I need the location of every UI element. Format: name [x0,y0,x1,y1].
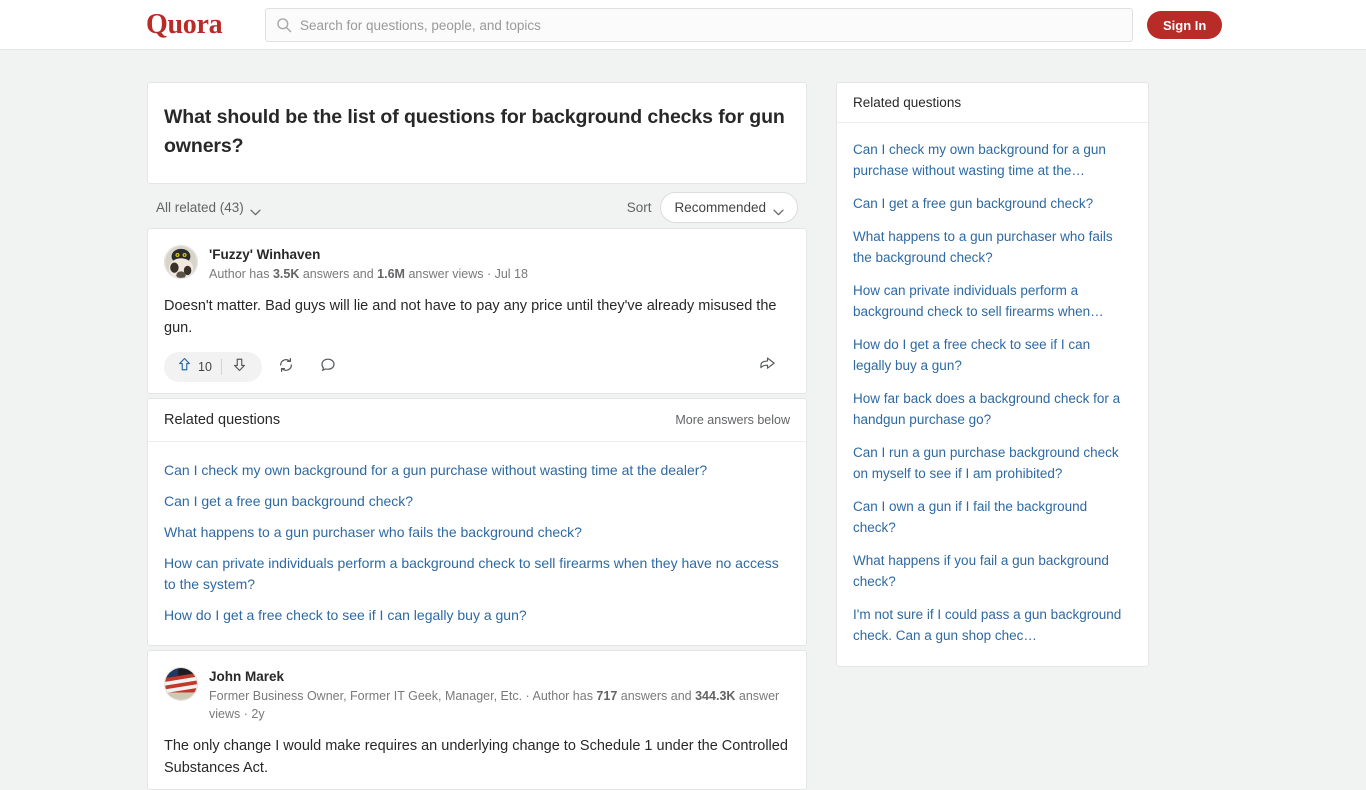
answer-body: The only change I would make requires an… [164,738,788,776]
author-credential: Author has 3.5K answers and 1.6M answer … [209,265,528,283]
answer-card: John Marek Former Business Owner, Former… [147,650,807,790]
credential-suffix: answer views · Jul 18 [404,267,528,281]
sort-label: Sort [626,199,652,215]
answer-card: 'Fuzzy' Winhaven Author has 3.5K answers… [147,228,807,394]
answer-author-row: John Marek Former Business Owner, Former… [164,667,790,723]
page-title: What should be the list of questions for… [164,106,785,157]
list-item[interactable]: What happens to a gun purchaser who fail… [164,517,790,548]
repost-icon [278,357,294,378]
vote-pill: 10 [164,352,262,382]
upvote-button[interactable]: 10 [168,352,221,382]
sidebar-item-2[interactable]: What happens to a gun purchaser who fail… [853,220,1132,274]
related-questions-list: Can I check my own background for a gun … [148,442,806,645]
answer-action-bar: 10 [164,351,790,383]
all-related-label: All related (43) [156,199,244,215]
share-button[interactable] [752,351,782,381]
related-questions-card: Related questions More answers below Can… [147,398,807,646]
sidebar-column: Related questions Can I check my own bac… [836,82,1149,667]
search-input-placeholder[interactable]: Search for questions, people, and topics [300,18,541,33]
answer-author-row: 'Fuzzy' Winhaven Author has 3.5K answers… [164,245,790,283]
chevron-down-icon [773,204,784,215]
sort-controls: Sort Recommended [626,191,798,223]
downvote-arrow-icon [232,357,247,377]
author-name[interactable]: John Marek [209,668,790,685]
sort-dropdown[interactable]: Recommended [660,191,798,223]
site-header: Quora Search for questions, people, and … [0,0,1366,50]
related-questions-header: Related questions More answers below [148,399,806,442]
sidebar-item-3[interactable]: How can private individuals perform a ba… [853,274,1132,328]
repost-button[interactable] [268,352,304,382]
sidebar-title: Related questions [837,83,1148,123]
upvote-count: 10 [198,360,212,374]
answers-count: 3.5K [272,267,300,281]
credential-prefix: Author has [209,267,273,281]
sidebar-item-9[interactable]: I'm not sure if I could pass a gun backg… [853,598,1132,652]
sidebar-item-0[interactable]: Can I check my own background for a gun … [853,133,1132,187]
author-meta: 'Fuzzy' Winhaven Author has 3.5K answers… [209,245,528,283]
sidebar-item-8[interactable]: What happens if you fail a gun backgroun… [853,544,1132,598]
comment-bubble-icon [320,357,336,378]
chevron-down-icon [250,204,261,215]
credential-prefix: Former Business Owner, Former IT Geek, M… [209,689,597,703]
sidebar-item-7[interactable]: Can I own a gun if I fail the background… [853,490,1132,544]
answer-filter-bar: All related (43) Sort Recommended [147,188,807,226]
avatar[interactable] [164,245,198,279]
list-item[interactable]: How can private individuals perform a ba… [164,548,790,600]
sidebar-item-6[interactable]: Can I run a gun purchase background chec… [853,436,1132,490]
question-card: What should be the list of questions for… [147,82,807,184]
credential-mid: answers and [617,689,696,703]
credential-mid: answers and [299,267,378,281]
sidebar-related-questions-list: Can I check my own background for a gun … [837,123,1148,666]
downvote-button[interactable] [222,352,258,382]
sidebar-item-5[interactable]: How far back does a background check for… [853,382,1132,436]
sidebar-related-questions-card: Related questions Can I check my own bac… [836,82,1149,667]
answer-body: Doesn't matter. Bad guys will lie and no… [164,298,777,336]
list-item[interactable]: Can I check my own background for a gun … [164,455,790,486]
main-content-column: What should be the list of questions for… [147,82,807,790]
sort-value: Recommended [674,199,766,215]
list-item[interactable]: Can I get a free gun background check? [164,486,790,517]
author-meta: John Marek Former Business Owner, Former… [209,667,790,723]
search-bar[interactable]: Search for questions, people, and topics [265,8,1133,42]
list-item[interactable]: How do I get a free check to see if I ca… [164,600,790,631]
share-arrow-icon [759,355,776,377]
author-name[interactable]: 'Fuzzy' Winhaven [209,246,528,263]
sidebar-item-1[interactable]: Can I get a free gun background check? [853,187,1132,220]
related-questions-title: Related questions [164,412,281,428]
avatar[interactable] [164,667,198,701]
quora-logo[interactable]: Quora [146,9,223,41]
views-count: 344.3K [695,689,736,703]
comment-button[interactable] [310,352,346,382]
upvote-arrow-icon [177,357,192,377]
all-related-dropdown[interactable]: All related (43) [156,200,261,215]
views-count: 1.6M [377,267,405,281]
answers-count: 717 [596,689,618,703]
more-answers-below-link[interactable]: More answers below [675,413,790,427]
sidebar-item-4[interactable]: How do I get a free check to see if I ca… [853,328,1132,382]
sign-in-button[interactable]: Sign In [1147,11,1223,39]
author-credential: Former Business Owner, Former IT Geek, M… [209,687,790,723]
search-icon [276,17,292,33]
